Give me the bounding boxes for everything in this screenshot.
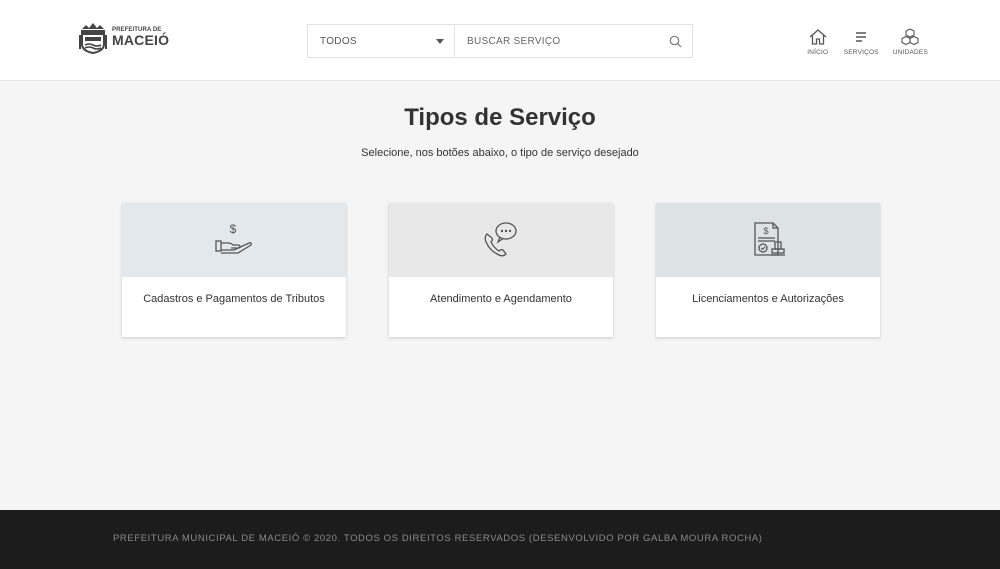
logo[interactable]: PREFEITURA DE MACEIÓ (78, 20, 169, 54)
logo-text: PREFEITURA DE MACEIÓ (112, 27, 169, 47)
card-icon-area: $ (122, 203, 346, 277)
service-card-atendimento[interactable]: Atendimento e Agendamento (389, 203, 613, 337)
logo-big-text: MACEIÓ (112, 32, 170, 48)
home-icon (809, 29, 827, 45)
svg-text:$: $ (763, 226, 768, 236)
caret-down-icon (436, 38, 444, 44)
nav-unidades[interactable]: UNIDADES (893, 28, 928, 56)
search-icon[interactable] (658, 25, 692, 57)
search-bar: TODOS (307, 24, 693, 58)
service-card-tributos[interactable]: $ Cadastros e Pagamentos de Tributos (122, 203, 346, 337)
service-card-licenciamentos[interactable]: $ Licenciamentos e Autorizações (656, 203, 880, 337)
svg-text:$: $ (230, 222, 237, 236)
boxes-icon (901, 28, 919, 46)
card-label: Atendimento e Agendamento (430, 293, 572, 305)
nav-unidades-label: UNIDADES (892, 49, 928, 56)
hand-money-icon: $ (215, 222, 252, 254)
nav-inicio[interactable]: INÍCIO (806, 28, 830, 56)
card-icon-area: $ (656, 203, 880, 277)
category-select[interactable]: TODOS (308, 25, 455, 57)
crest-icon (79, 23, 107, 54)
footer: PREFEITURA MUNICIPAL DE MACEIÓ © 2020. T… (0, 510, 1000, 569)
search-input[interactable] (455, 25, 658, 57)
card-label: Licenciamentos e Autorizações (692, 293, 844, 305)
page-subtitle: Selecione, nos botões abaixo, o tipo de … (361, 147, 639, 159)
nav-inicio-label: INÍCIO (807, 49, 829, 56)
phone-chat-icon (484, 222, 517, 257)
header: PREFEITURA DE MACEIÓ TODOS INÍCIO (0, 0, 1000, 81)
footer-copyright: PREFEITURA MUNICIPAL DE MACEIÓ © 2020. T… (113, 533, 763, 544)
certificate-stamp-icon: $ (754, 222, 785, 256)
card-icon-area (389, 203, 613, 277)
category-select-value: TODOS (320, 35, 357, 47)
card-label: Cadastros e Pagamentos de Tributos (143, 293, 325, 305)
nav-servicos[interactable]: SERVIÇOS (844, 28, 879, 56)
main-nav: INÍCIO SERVIÇOS UNIDADES (806, 28, 928, 56)
page-title: Tipos de Serviço (404, 104, 596, 131)
menu-lines-icon (856, 32, 867, 42)
nav-servicos-label: SERVIÇOS (843, 49, 879, 56)
